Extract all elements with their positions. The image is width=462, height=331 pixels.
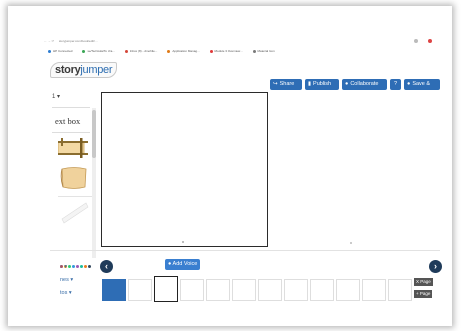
page-thumbnail[interactable]	[388, 279, 412, 301]
book-page-right[interactable]	[270, 92, 438, 247]
profile-icon[interactable]	[428, 39, 432, 43]
bookmark-favicon-icon	[124, 49, 128, 53]
extension-icon[interactable]	[414, 39, 418, 43]
page-thumbnail[interactable]	[310, 279, 334, 301]
page-marker	[350, 242, 352, 244]
page-thumbnail[interactable]	[128, 279, 152, 301]
bookmark-item[interactable]: HP Connected	[48, 49, 77, 53]
bookmark-label: HP Connected	[53, 49, 73, 53]
bookmark-favicon-icon	[167, 49, 171, 53]
back-forward-icon[interactable]: ← → ⟳	[44, 37, 58, 46]
page-thumbnail[interactable]	[362, 279, 386, 301]
page-marker	[182, 241, 184, 243]
bookmark-favicon-icon	[209, 49, 213, 53]
add-voice-button[interactable]: ● Add Voice	[165, 259, 201, 270]
dropdown-1[interactable]: s ▾	[60, 264, 67, 270]
palette-swatch[interactable]	[68, 265, 71, 268]
page-thumbnail[interactable]	[284, 279, 308, 301]
browser-address-bar[interactable]: ← → ⟳ storyjumper.com/book/edit/…	[44, 37, 434, 46]
chevron-left-icon[interactable]: ‹	[100, 260, 113, 273]
bamboo-frame-prop[interactable]	[58, 138, 88, 158]
dropdown-2[interactable]: nes ▾	[60, 277, 73, 283]
bookmark-label: Material Icon	[257, 49, 275, 53]
share-icon: ↪	[273, 81, 278, 87]
delete-page-button[interactable]: X Page	[414, 278, 433, 286]
text-box-tool[interactable]: ext box	[52, 107, 90, 133]
palette-swatch[interactable]	[76, 265, 79, 268]
bookmark-label: Module 3 Overview...	[214, 49, 243, 53]
bookmark-item[interactable]: se/Tec/Aula/To r/ra...	[82, 49, 119, 53]
bookmark-favicon-icon	[82, 49, 86, 53]
bookmark-label: se/Tec/Aula/To r/ra...	[87, 49, 115, 53]
chevron-right-icon[interactable]: ›	[429, 260, 442, 273]
bookmark-favicon-icon	[252, 49, 256, 53]
dropdown-3[interactable]: tos ▾	[60, 290, 72, 296]
bookmark-item[interactable]: Inbox (8) - dmohile...	[124, 49, 163, 53]
bookmark-favicon-icon	[48, 49, 51, 53]
palette-swatch[interactable]	[80, 265, 83, 268]
book-page-left[interactable]	[101, 92, 268, 247]
page-thumbnail[interactable]	[232, 279, 256, 301]
bookmark-item[interactable]: Application Manag...	[167, 49, 204, 53]
page-thumbnail[interactable]	[154, 276, 178, 302]
bookmark-item[interactable]: Material Icon	[252, 49, 280, 53]
page-thumbnail-strip	[102, 276, 414, 302]
share-button[interactable]: ↪ Share	[270, 79, 302, 90]
panel-divider	[50, 250, 440, 251]
color-palette[interactable]	[60, 255, 92, 268]
help-button[interactable]: ?	[390, 79, 401, 90]
slanted-shape-prop	[61, 202, 89, 224]
page-thumbnail[interactable]	[102, 279, 126, 301]
bookmark-label: Application Manag...	[172, 49, 200, 53]
bookmark-label: Inbox (8) - dmohile...	[129, 49, 158, 53]
publish-button[interactable]: ▮ Publish	[305, 79, 339, 90]
bookmark-item[interactable]: Module 3 Overview...	[209, 49, 248, 53]
palette-swatch[interactable]	[88, 265, 91, 268]
add-page-button[interactable]: + Page	[414, 290, 433, 298]
bookmarks-bar: HP Connected se/Tec/Aula/To r/ra... Inbox …	[48, 47, 428, 55]
left-panel-selector[interactable]: 1 ▾	[52, 93, 60, 100]
page-thumbnail[interactable]	[206, 279, 230, 301]
page-thumbnail[interactable]	[336, 279, 360, 301]
save-icon: ●	[407, 81, 411, 87]
url-text: storyjumper.com/book/edit/…	[58, 39, 98, 43]
blank-prop-slot[interactable]	[58, 196, 92, 236]
parchment-scroll-prop[interactable]	[60, 166, 88, 190]
storyjumper-logo[interactable]: storyjumper	[50, 62, 118, 78]
left-panel-scroll-thumb[interactable]	[92, 110, 96, 158]
screenshot-frame: ← → ⟳ storyjumper.com/book/edit/… HP Con…	[8, 6, 452, 326]
collaborate-button[interactable]: ● Collaborate	[342, 79, 387, 90]
palette-swatch[interactable]	[84, 265, 87, 268]
people-icon: ●	[345, 81, 349, 87]
book-icon: ▮	[308, 81, 312, 87]
save-button[interactable]: ● Save &	[404, 79, 440, 90]
page-thumbnail[interactable]	[180, 279, 204, 301]
palette-swatch[interactable]	[72, 265, 75, 268]
page-thumbnail[interactable]	[258, 279, 282, 301]
